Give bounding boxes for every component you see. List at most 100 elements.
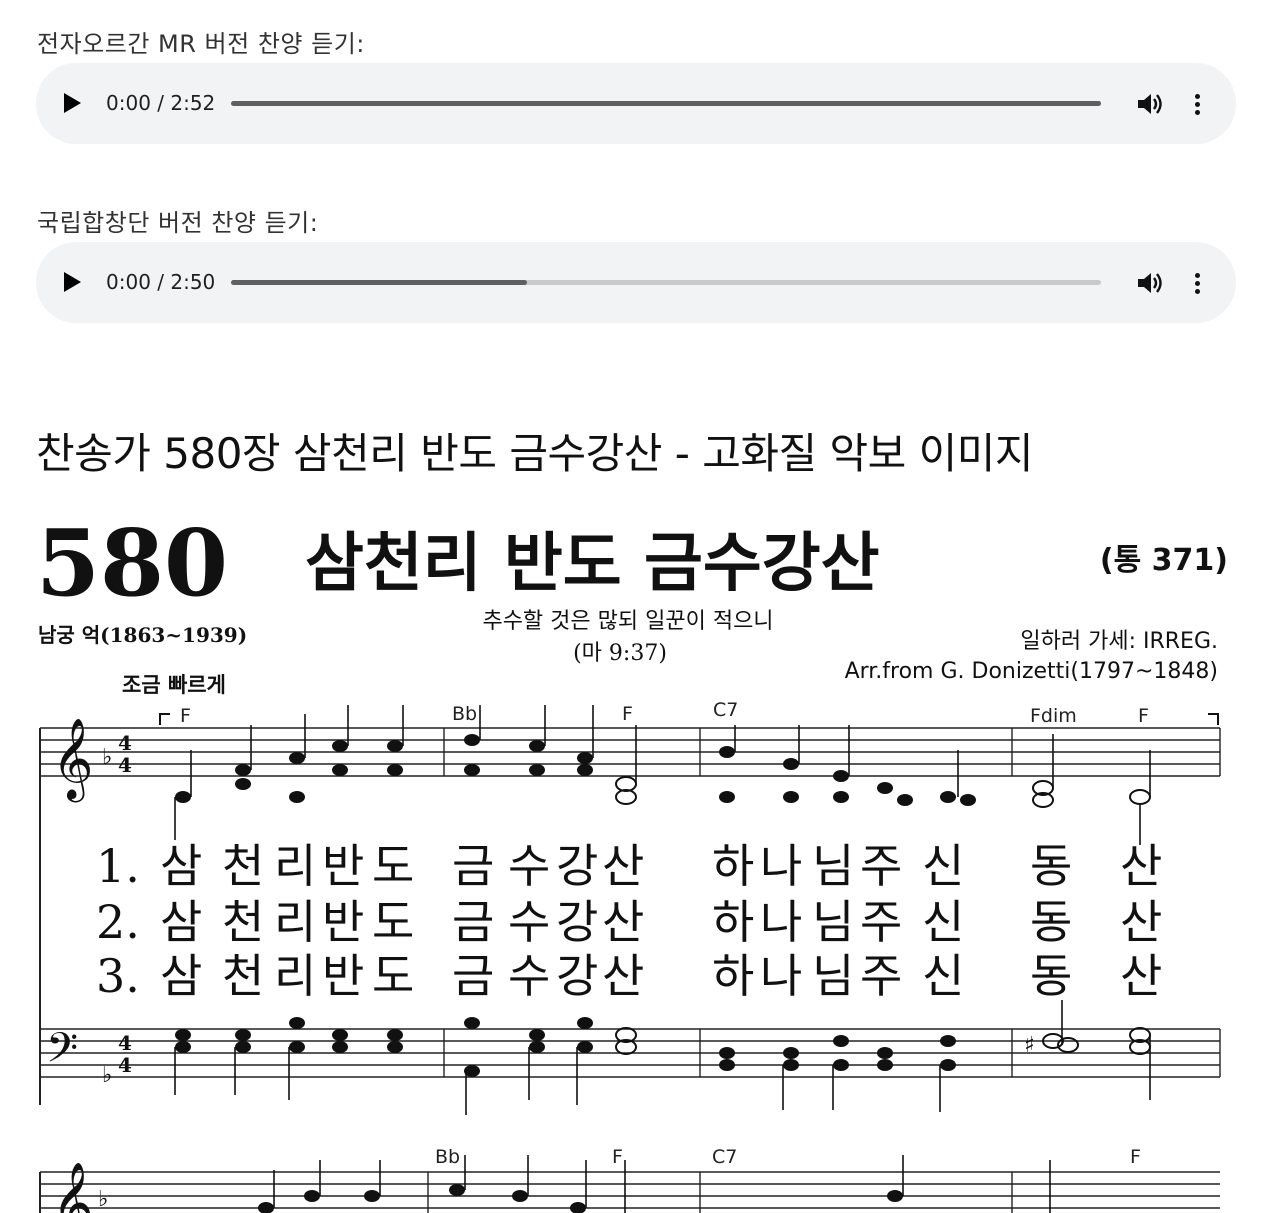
lyric-syllable: 수 xyxy=(508,949,550,1003)
svg-text:𝄞: 𝄞 xyxy=(52,1161,93,1213)
lyric-syllable: 삼 xyxy=(160,839,202,893)
lyric-syllable: 삼 xyxy=(160,895,202,949)
sheet-music-image: 580 삼천리 반도 금수강산 (통 371) 추수할 것은 많되 일꾼이 적으… xyxy=(36,509,1228,1213)
player-1-label: 전자오르간 MR 버전 찬양 듣기: xyxy=(37,30,365,58)
lyric-syllable: 산 xyxy=(1120,839,1162,893)
lyric-syllable: 도 xyxy=(372,949,414,1003)
lyric-syllable: 리 xyxy=(274,839,316,893)
author-credit: 남궁 억(1863~1939) xyxy=(38,623,247,647)
lyric-syllable: 하 xyxy=(712,949,754,1003)
lyrics: 1. 삼 천 리 반 도 금 수 강 산 하 나 님 주 신 동 산2. 삼 천 리 반 도 금 수 강 산 하 나 님 주 신 동 산3. 삼 천… xyxy=(96,839,1162,1003)
chord-symbol: F xyxy=(612,1146,623,1168)
lyric-syllable: 강 xyxy=(556,895,598,949)
lyric-syllable: 금 xyxy=(452,895,494,949)
page-heading: 찬송가 580장 삼천리 반도 금수강산 - 고화질 악보 이미지 xyxy=(36,429,1034,478)
lyric-syllable: 리 xyxy=(274,895,316,949)
lyric-syllable: 동 xyxy=(1030,949,1072,1003)
lyric-syllable: 나 xyxy=(760,895,802,949)
seek-bar[interactable] xyxy=(231,280,1101,285)
tong-number: (통 371) xyxy=(1100,543,1228,578)
more-options-icon[interactable] xyxy=(1188,269,1206,297)
verse-number: 2. xyxy=(96,895,140,949)
lyric-syllable: 수 xyxy=(508,839,550,893)
svg-text:4: 4 xyxy=(118,1053,132,1077)
svg-text:4: 4 xyxy=(118,1031,132,1055)
hymn-number: 580 xyxy=(36,509,228,617)
time-display: 0:00 / 2:50 xyxy=(106,270,216,294)
lyric-syllable: 주 xyxy=(860,839,902,893)
svg-text:4: 4 xyxy=(118,731,132,755)
melody-notes xyxy=(175,734,976,806)
lyric-syllable: 반 xyxy=(322,895,364,949)
tune-name: 일하러 가세: IRREG. xyxy=(1020,629,1218,654)
lyric-syllable: 신 xyxy=(922,895,964,949)
seek-bar-fill xyxy=(231,101,1101,106)
svg-text:𝄞: 𝄞 xyxy=(52,717,93,802)
score-subtitle: 추수할 것은 많되 일꾼이 적으니 xyxy=(482,609,773,634)
lyric-syllable: 도 xyxy=(372,895,414,949)
more-options-icon[interactable] xyxy=(1188,90,1206,118)
chord-symbol: Bb xyxy=(435,1146,460,1168)
lyric-syllable: 님 xyxy=(812,949,854,1003)
time-display: 0:00 / 2:52 xyxy=(106,91,216,115)
lyric-syllable: 수 xyxy=(508,895,550,949)
chord-symbol: Fdim xyxy=(1030,705,1077,727)
play-icon[interactable] xyxy=(64,93,81,113)
lyric-syllable: 주 xyxy=(860,949,902,1003)
lyric-syllable: 산 xyxy=(602,949,644,1003)
chord-symbol: C7 xyxy=(713,699,738,721)
lyric-syllable: 반 xyxy=(322,949,364,1003)
svg-text:4: 4 xyxy=(118,753,132,777)
chord-symbol: C7 xyxy=(712,1146,737,1168)
verse-number: 3. xyxy=(96,949,140,1003)
lyric-syllable: 님 xyxy=(812,895,854,949)
lyric-syllable: 주 xyxy=(860,895,902,949)
scripture-ref: (마 9:37) xyxy=(573,641,667,666)
svg-text:♯: ♯ xyxy=(1024,1033,1035,1058)
lyric-syllable: 도 xyxy=(372,839,414,893)
tempo-marking: 조금 빠르게 xyxy=(122,672,226,697)
lyric-syllable: 산 xyxy=(602,895,644,949)
lyric-syllable: 동 xyxy=(1030,895,1072,949)
volume-icon[interactable] xyxy=(1136,270,1164,296)
lyric-syllable: 하 xyxy=(712,895,754,949)
chord-symbol: Bb xyxy=(452,703,477,725)
lyric-syllable: 나 xyxy=(760,839,802,893)
lyric-syllable: 산 xyxy=(1120,949,1162,1003)
lyric-syllable: 천 xyxy=(222,949,264,1003)
bass-notes xyxy=(175,1017,956,1077)
seek-bar-fill xyxy=(231,280,527,285)
svg-text:♭: ♭ xyxy=(98,1187,108,1212)
audio-player-2[interactable]: 0:00 / 2:50 xyxy=(36,242,1236,323)
lyric-syllable: 강 xyxy=(556,949,598,1003)
lyric-syllable: 리 xyxy=(274,949,316,1003)
svg-text:𝄢: 𝄢 xyxy=(46,1024,78,1082)
svg-text:♭: ♭ xyxy=(102,745,112,770)
verse-number: 1. xyxy=(96,839,140,893)
hymn-title: 삼천리 반도 금수강산 xyxy=(305,527,879,601)
lyric-syllable: 삼 xyxy=(160,949,202,1003)
lyric-syllable: 산 xyxy=(1120,895,1162,949)
lyric-syllable: 금 xyxy=(452,839,494,893)
volume-icon[interactable] xyxy=(1136,91,1164,117)
lyric-syllable: 산 xyxy=(602,839,644,893)
chord-symbol: F xyxy=(1138,705,1149,727)
lyric-syllable: 신 xyxy=(922,949,964,1003)
audio-player-1[interactable]: 0:00 / 2:52 xyxy=(36,63,1236,144)
lyric-syllable: 하 xyxy=(712,839,754,893)
lyric-syllable: 강 xyxy=(556,839,598,893)
play-icon[interactable] xyxy=(64,272,81,292)
lyric-syllable: 님 xyxy=(812,839,854,893)
chord-symbol: F xyxy=(1130,1146,1141,1168)
lyric-syllable: 금 xyxy=(452,949,494,1003)
arranger-credit: Arr.from G. Donizetti(1797~1848) xyxy=(845,659,1218,684)
lyric-syllable: 신 xyxy=(922,839,964,893)
player-2-label: 국립합창단 버전 찬양 듣기: xyxy=(37,209,319,237)
lyric-syllable: 반 xyxy=(322,839,364,893)
chord-symbol: F xyxy=(180,705,191,727)
svg-text:♭: ♭ xyxy=(102,1063,112,1088)
seek-bar[interactable] xyxy=(231,101,1101,106)
chord-symbol: F xyxy=(622,703,633,725)
lyric-syllable: 동 xyxy=(1030,839,1072,893)
lyric-syllable: 천 xyxy=(222,839,264,893)
